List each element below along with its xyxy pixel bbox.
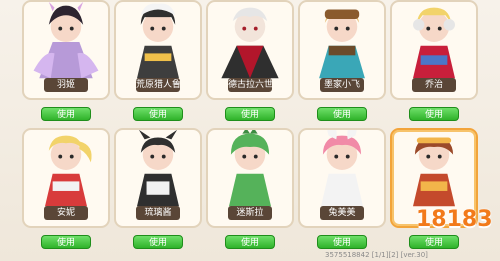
character-name: 羽姬 — [44, 78, 88, 92]
character-card[interactable]: 羽姬 — [22, 0, 110, 100]
character-card[interactable]: 迷斯拉 — [206, 128, 294, 228]
character-name: 墨家小飞 — [320, 78, 364, 92]
portrait-anni — [45, 135, 92, 207]
character-card[interactable]: 兔美美 — [298, 128, 386, 228]
character-name: 安妮 — [44, 206, 88, 220]
character-name: 琉璃酱 — [136, 206, 180, 220]
character-name: 荒原猎人鲁诺 — [136, 78, 180, 92]
use-button[interactable]: 使用 — [317, 107, 367, 121]
character-card[interactable]: 墨家小飞 — [298, 0, 386, 100]
portrait-luno — [137, 3, 179, 79]
portrait-moja — [319, 9, 365, 79]
use-button[interactable]: 使用 — [133, 107, 183, 121]
use-button[interactable]: 使用 — [225, 235, 275, 249]
character-card[interactable]: 德古拉六世 — [206, 0, 294, 100]
character-name: 迷斯拉 — [228, 206, 272, 220]
portrait-yuji — [33, 2, 99, 79]
character-select-panel: 羽姬 使用 荒原猎人鲁诺 使用 — [0, 0, 500, 261]
character-name: 乔治 — [412, 78, 456, 92]
character-grid: 羽姬 使用 荒原猎人鲁诺 使用 — [10, 0, 486, 261]
character-card[interactable]: 乔治 — [390, 0, 478, 100]
use-button[interactable]: 使用 — [409, 107, 459, 121]
portrait-dracula — [221, 7, 279, 79]
character-card[interactable]: 琉璃酱 — [114, 128, 202, 228]
portrait-george — [413, 7, 455, 79]
watermark-logo: 18183 — [416, 199, 493, 251]
use-button[interactable]: 使用 — [41, 235, 91, 249]
portrait-liuli — [137, 130, 179, 207]
portrait-misila — [229, 130, 271, 207]
use-button[interactable]: 使用 — [133, 235, 183, 249]
use-button[interactable]: 使用 — [317, 235, 367, 249]
character-name: 兔美美 — [320, 206, 364, 220]
footer-status: 3575518842 [1/1][2] [ver.30] — [325, 251, 428, 259]
use-button[interactable]: 使用 — [225, 107, 275, 121]
portrait-tumeimei — [321, 130, 363, 207]
character-name: 德古拉六世 — [228, 78, 272, 92]
use-button[interactable]: 使用 — [41, 107, 91, 121]
character-card[interactable]: 安妮 — [22, 128, 110, 228]
portrait-monkey — [413, 137, 455, 207]
character-card[interactable]: 荒原猎人鲁诺 — [114, 0, 202, 100]
watermark-text: 18183 — [416, 207, 493, 232]
